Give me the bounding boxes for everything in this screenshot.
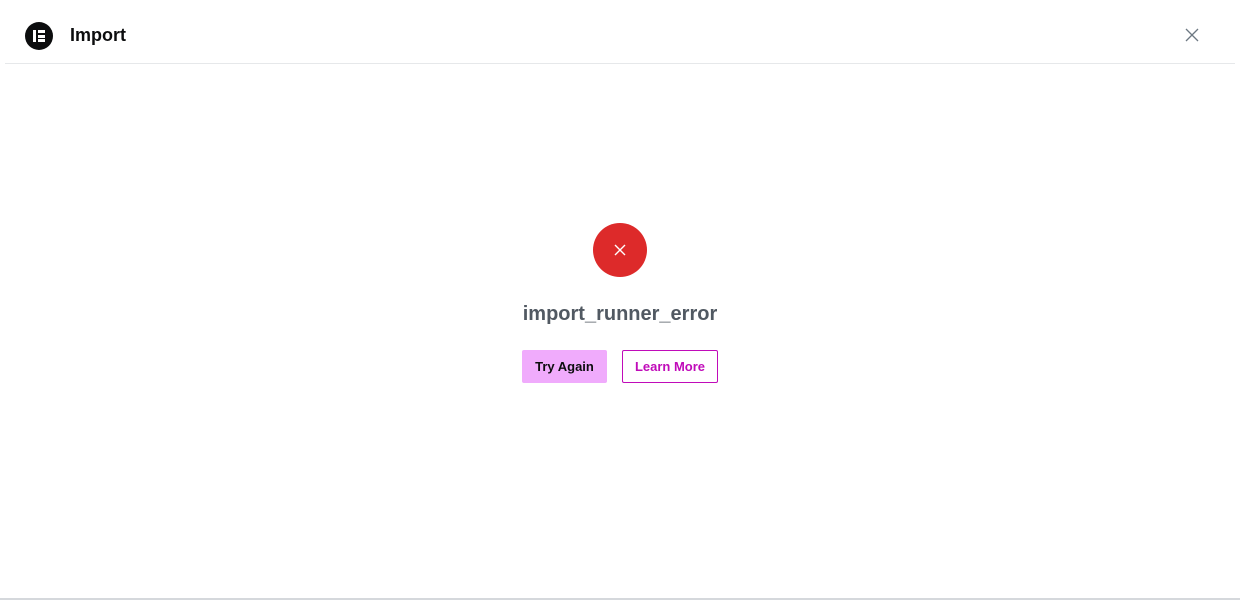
error-icon: [593, 223, 647, 277]
error-message: import_runner_error: [522, 303, 718, 325]
dialog-title: Import: [70, 25, 126, 45]
close-button[interactable]: [1182, 25, 1202, 45]
import-dialog: Import import_runner_error Try Again Lea…: [0, 0, 1240, 600]
error-x-icon: [614, 244, 626, 256]
dialog-content: import_runner_error Try Again Learn More: [0, 64, 1240, 598]
try-again-button[interactable]: Try Again: [522, 350, 607, 383]
dialog-header: Import: [5, 0, 1235, 64]
elementor-logo-icon: [25, 22, 53, 50]
learn-more-button[interactable]: Learn More: [622, 350, 718, 383]
close-icon: [1185, 28, 1199, 42]
